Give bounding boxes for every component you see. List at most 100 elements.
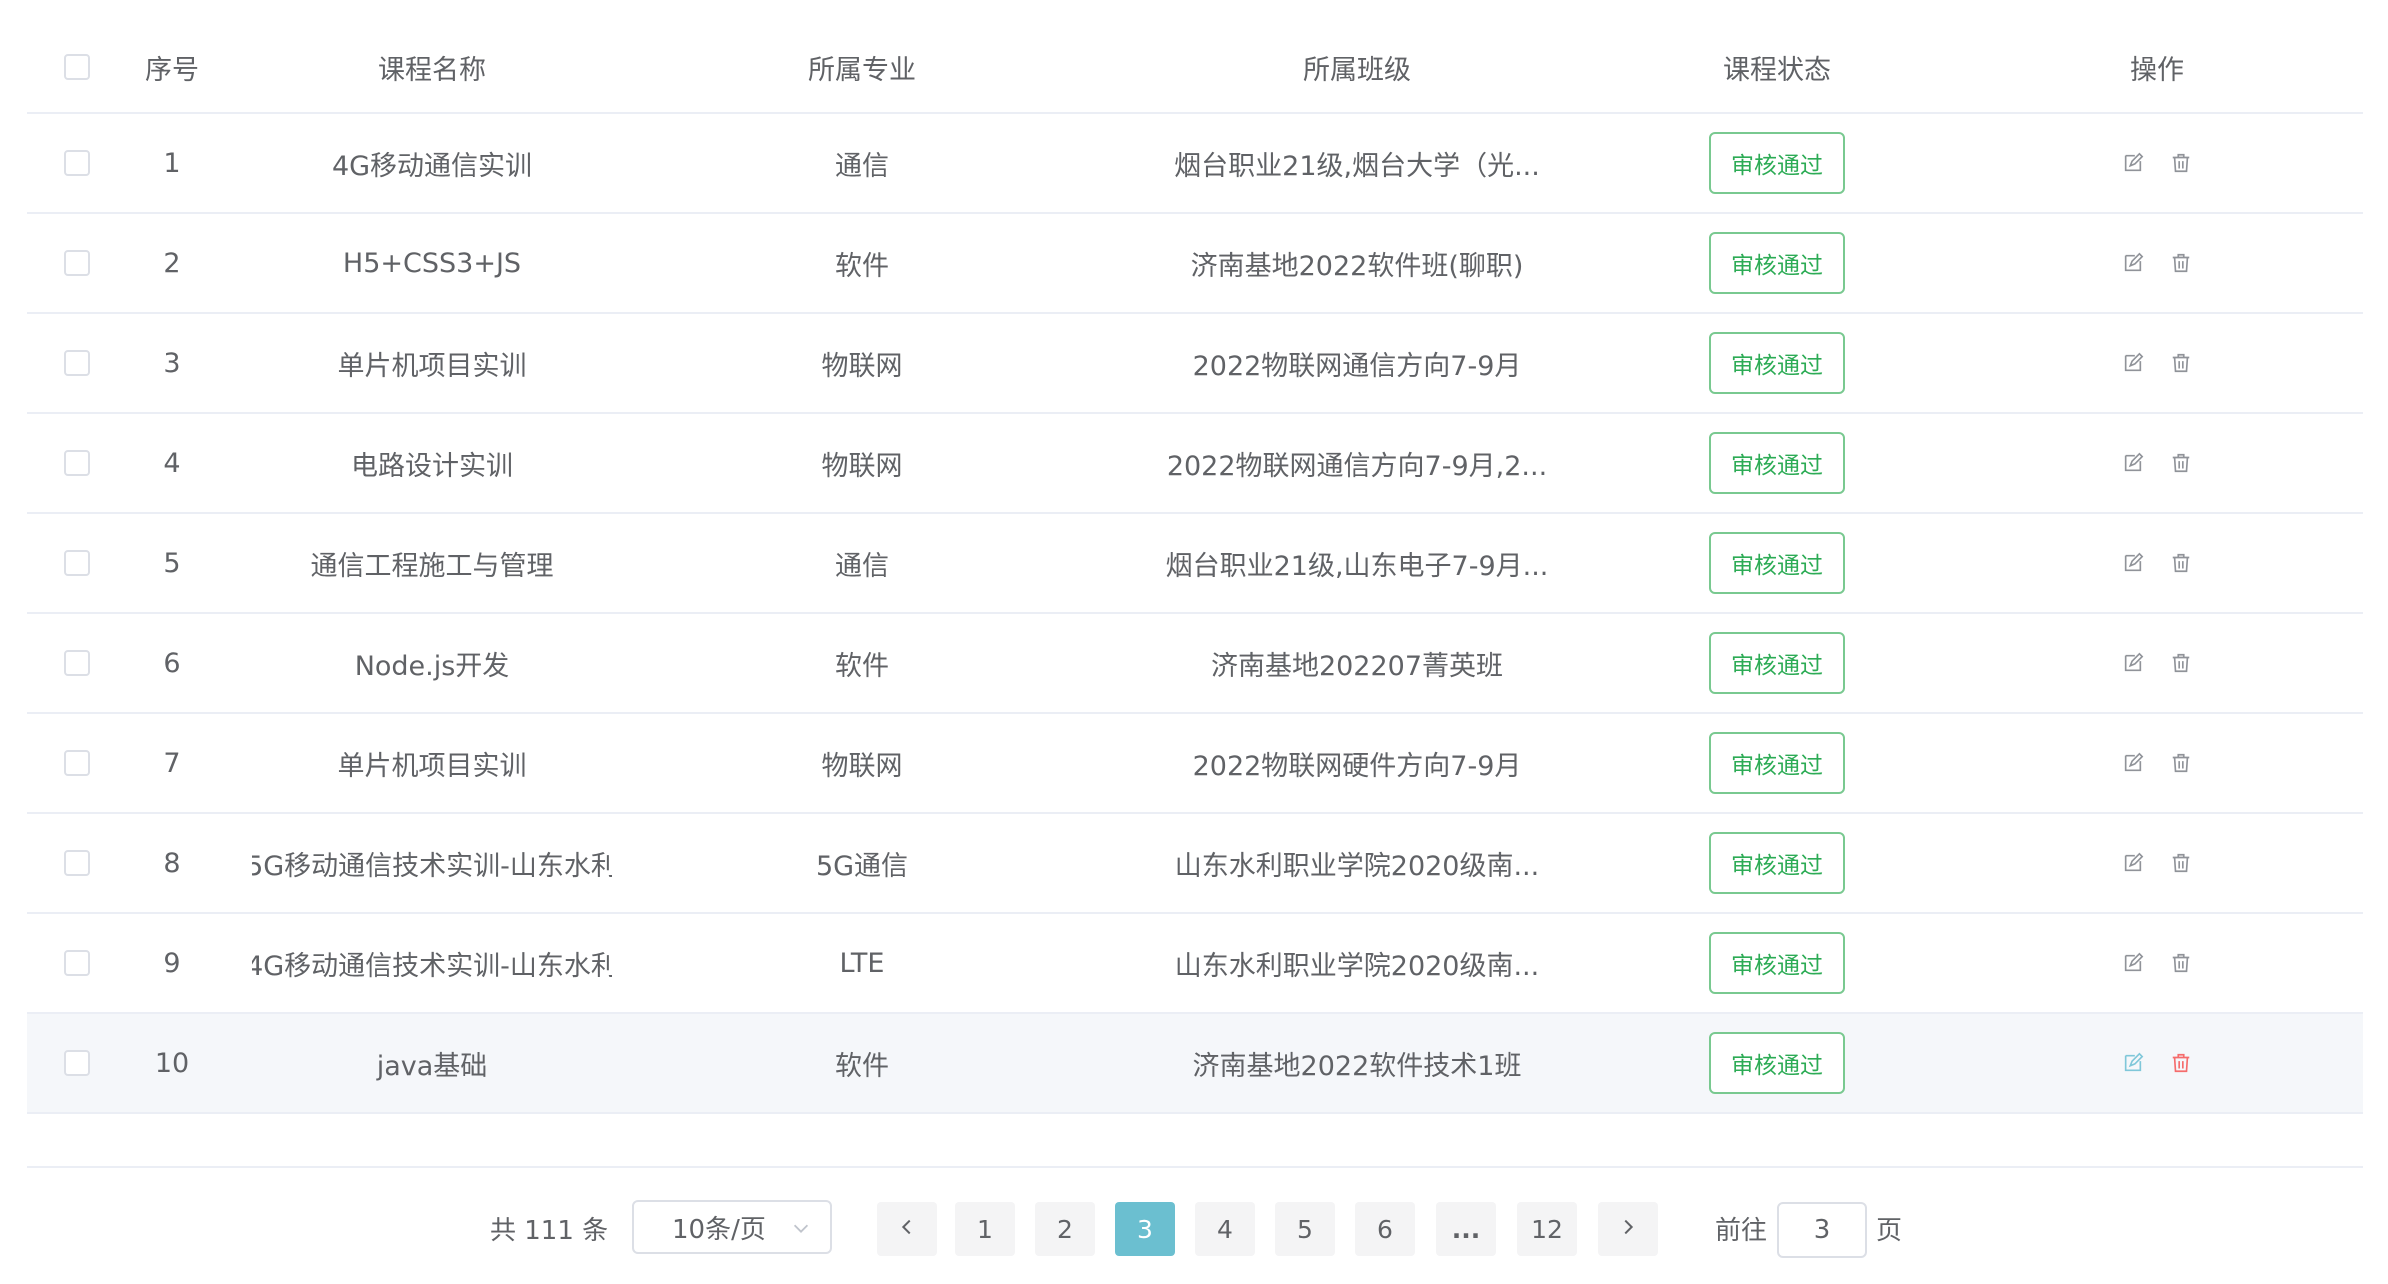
page-button[interactable]: 2 (1035, 1202, 1095, 1256)
header-actions: 操作 (2130, 54, 2184, 86)
edit-icon[interactable] (2122, 352, 2144, 374)
edit-icon[interactable] (2122, 752, 2144, 774)
row-checkbox[interactable] (64, 350, 90, 376)
edit-icon[interactable] (2122, 152, 2144, 174)
status-tag[interactable]: 审核通过 (1709, 632, 1845, 694)
row-actions (1967, 314, 2347, 412)
edit-icon[interactable] (2122, 952, 2144, 974)
course-table: 序号 课程名称 所属专业 所属班级 课程状态 操作 1 4G移动通信实训 通信 … (27, 22, 2363, 1114)
page-size-select[interactable]: 10条/页 (632, 1200, 832, 1254)
row-checkbox[interactable] (64, 950, 90, 976)
row-course-name: java基础 (376, 1050, 488, 1082)
trash-icon[interactable] (2170, 952, 2192, 974)
table-row[interactable]: 3 单片机项目实训 物联网 2022物联网通信方向7-9月 审核通过 (27, 314, 2363, 414)
table-row[interactable]: 1 4G移动通信实训 通信 烟台职业21级,烟台大学（光... 审核通过 (27, 114, 2363, 214)
status-tag[interactable]: 审核通过 (1709, 132, 1845, 194)
row-status: 审核通过 (1587, 414, 1967, 512)
status-tag[interactable]: 审核通过 (1709, 732, 1845, 794)
row-checkbox[interactable] (64, 550, 90, 576)
row-class: 烟台职业21级,山东电子7-9月... (1165, 550, 1549, 582)
table-row[interactable]: 5 通信工程施工与管理 通信 烟台职业21级,山东电子7-9月... 审核通过 (27, 514, 2363, 614)
row-status: 审核通过 (1587, 514, 1967, 612)
trash-icon[interactable] (2170, 652, 2192, 674)
jump-page-input[interactable]: 3 (1777, 1202, 1867, 1258)
trash-icon[interactable] (2170, 1052, 2192, 1074)
row-checkbox[interactable] (64, 250, 90, 276)
row-major: 通信 (835, 550, 889, 582)
row-major: 物联网 (821, 450, 903, 482)
table-row[interactable]: 9 4G移动通信技术实训-山东水利 LTE 山东水利职业学院2020级南... … (27, 914, 2363, 1014)
page-button[interactable]: 3 (1115, 1202, 1175, 1256)
page-button[interactable]: 12 (1517, 1202, 1577, 1256)
page-button[interactable]: 4 (1195, 1202, 1255, 1256)
status-tag[interactable]: 审核通过 (1709, 932, 1845, 994)
header-status: 课程状态 (1723, 54, 1831, 86)
status-tag[interactable]: 审核通过 (1709, 232, 1845, 294)
row-checkbox[interactable] (64, 850, 90, 876)
row-major: LTE (839, 947, 885, 979)
table-row[interactable]: 2 H5+CSS3+JS 软件 济南基地2022软件班(聊职) 审核通过 (27, 214, 2363, 314)
row-index: 7 (163, 747, 181, 779)
table-row[interactable]: 4 电路设计实训 物联网 2022物联网通信方向7-9月,2... 审核通过 (27, 414, 2363, 514)
row-course-name: Node.js开发 (354, 650, 510, 682)
jump-prefix: 前往 (1715, 1215, 1768, 1246)
header-class: 所属班级 (1303, 54, 1411, 86)
page-button[interactable]: 6 (1355, 1202, 1415, 1256)
row-course-name: 4G移动通信实训 (331, 150, 533, 182)
row-checkbox[interactable] (64, 450, 90, 476)
select-all-checkbox[interactable] (64, 54, 90, 80)
row-major: 物联网 (821, 750, 903, 782)
table-row[interactable]: 8 5G移动通信技术实训-山东水利 5G通信 山东水利职业学院2020级南...… (27, 814, 2363, 914)
row-checkbox[interactable] (64, 750, 90, 776)
row-status: 审核通过 (1587, 614, 1967, 712)
table-row[interactable]: 6 Node.js开发 软件 济南基地202207菁英班 审核通过 (27, 614, 2363, 714)
row-index: 9 (163, 947, 181, 979)
row-major: 软件 (835, 1050, 889, 1082)
row-index: 6 (163, 647, 181, 679)
page-button[interactable]: 5 (1275, 1202, 1335, 1256)
table-row[interactable]: 10 java基础 软件 济南基地2022软件技术1班 审核通过 (27, 1014, 2363, 1114)
row-checkbox[interactable] (64, 1050, 90, 1076)
row-class: 烟台职业21级,烟台大学（光... (1174, 150, 1540, 182)
row-actions (1967, 914, 2347, 1012)
jump-suffix: 页 (1876, 1215, 1903, 1246)
trash-icon[interactable] (2170, 752, 2192, 774)
chevron-left-icon (896, 1215, 918, 1244)
next-page-button[interactable] (1598, 1202, 1658, 1256)
prev-page-button[interactable] (877, 1202, 937, 1256)
row-class: 济南基地2022软件技术1班 (1192, 1050, 1522, 1082)
row-checkbox[interactable] (64, 650, 90, 676)
edit-icon[interactable] (2122, 452, 2144, 474)
trash-icon[interactable] (2170, 152, 2192, 174)
row-actions (1967, 714, 2347, 812)
status-tag[interactable]: 审核通过 (1709, 832, 1845, 894)
edit-icon[interactable] (2122, 552, 2144, 574)
edit-icon[interactable] (2122, 1052, 2144, 1074)
edit-icon[interactable] (2122, 252, 2144, 274)
edit-icon[interactable] (2122, 652, 2144, 674)
status-tag[interactable]: 审核通过 (1709, 332, 1845, 394)
page-button[interactable]: 1 (955, 1202, 1015, 1256)
trash-icon[interactable] (2170, 252, 2192, 274)
table-row[interactable]: 7 单片机项目实训 物联网 2022物联网硬件方向7-9月 审核通过 (27, 714, 2363, 814)
more-pages-button[interactable]: ... (1436, 1202, 1496, 1256)
row-status: 审核通过 (1587, 814, 1967, 912)
row-class: 山东水利职业学院2020级南... (1174, 850, 1540, 882)
trash-icon[interactable] (2170, 852, 2192, 874)
table-header: 序号 课程名称 所属专业 所属班级 课程状态 操作 (27, 22, 2363, 114)
row-checkbox[interactable] (64, 150, 90, 176)
edit-icon[interactable] (2122, 852, 2144, 874)
chevron-right-icon (1617, 1215, 1639, 1244)
row-class: 山东水利职业学院2020级南... (1174, 950, 1540, 982)
status-tag[interactable]: 审核通过 (1709, 1032, 1845, 1094)
row-course-name: 4G移动通信技术实训-山东水利 (252, 950, 612, 982)
row-actions (1967, 214, 2347, 312)
status-tag[interactable]: 审核通过 (1709, 532, 1845, 594)
row-status: 审核通过 (1587, 914, 1967, 1012)
trash-icon[interactable] (2170, 452, 2192, 474)
row-major: 物联网 (821, 350, 903, 382)
row-index: 2 (163, 247, 181, 279)
trash-icon[interactable] (2170, 552, 2192, 574)
trash-icon[interactable] (2170, 352, 2192, 374)
status-tag[interactable]: 审核通过 (1709, 432, 1845, 494)
